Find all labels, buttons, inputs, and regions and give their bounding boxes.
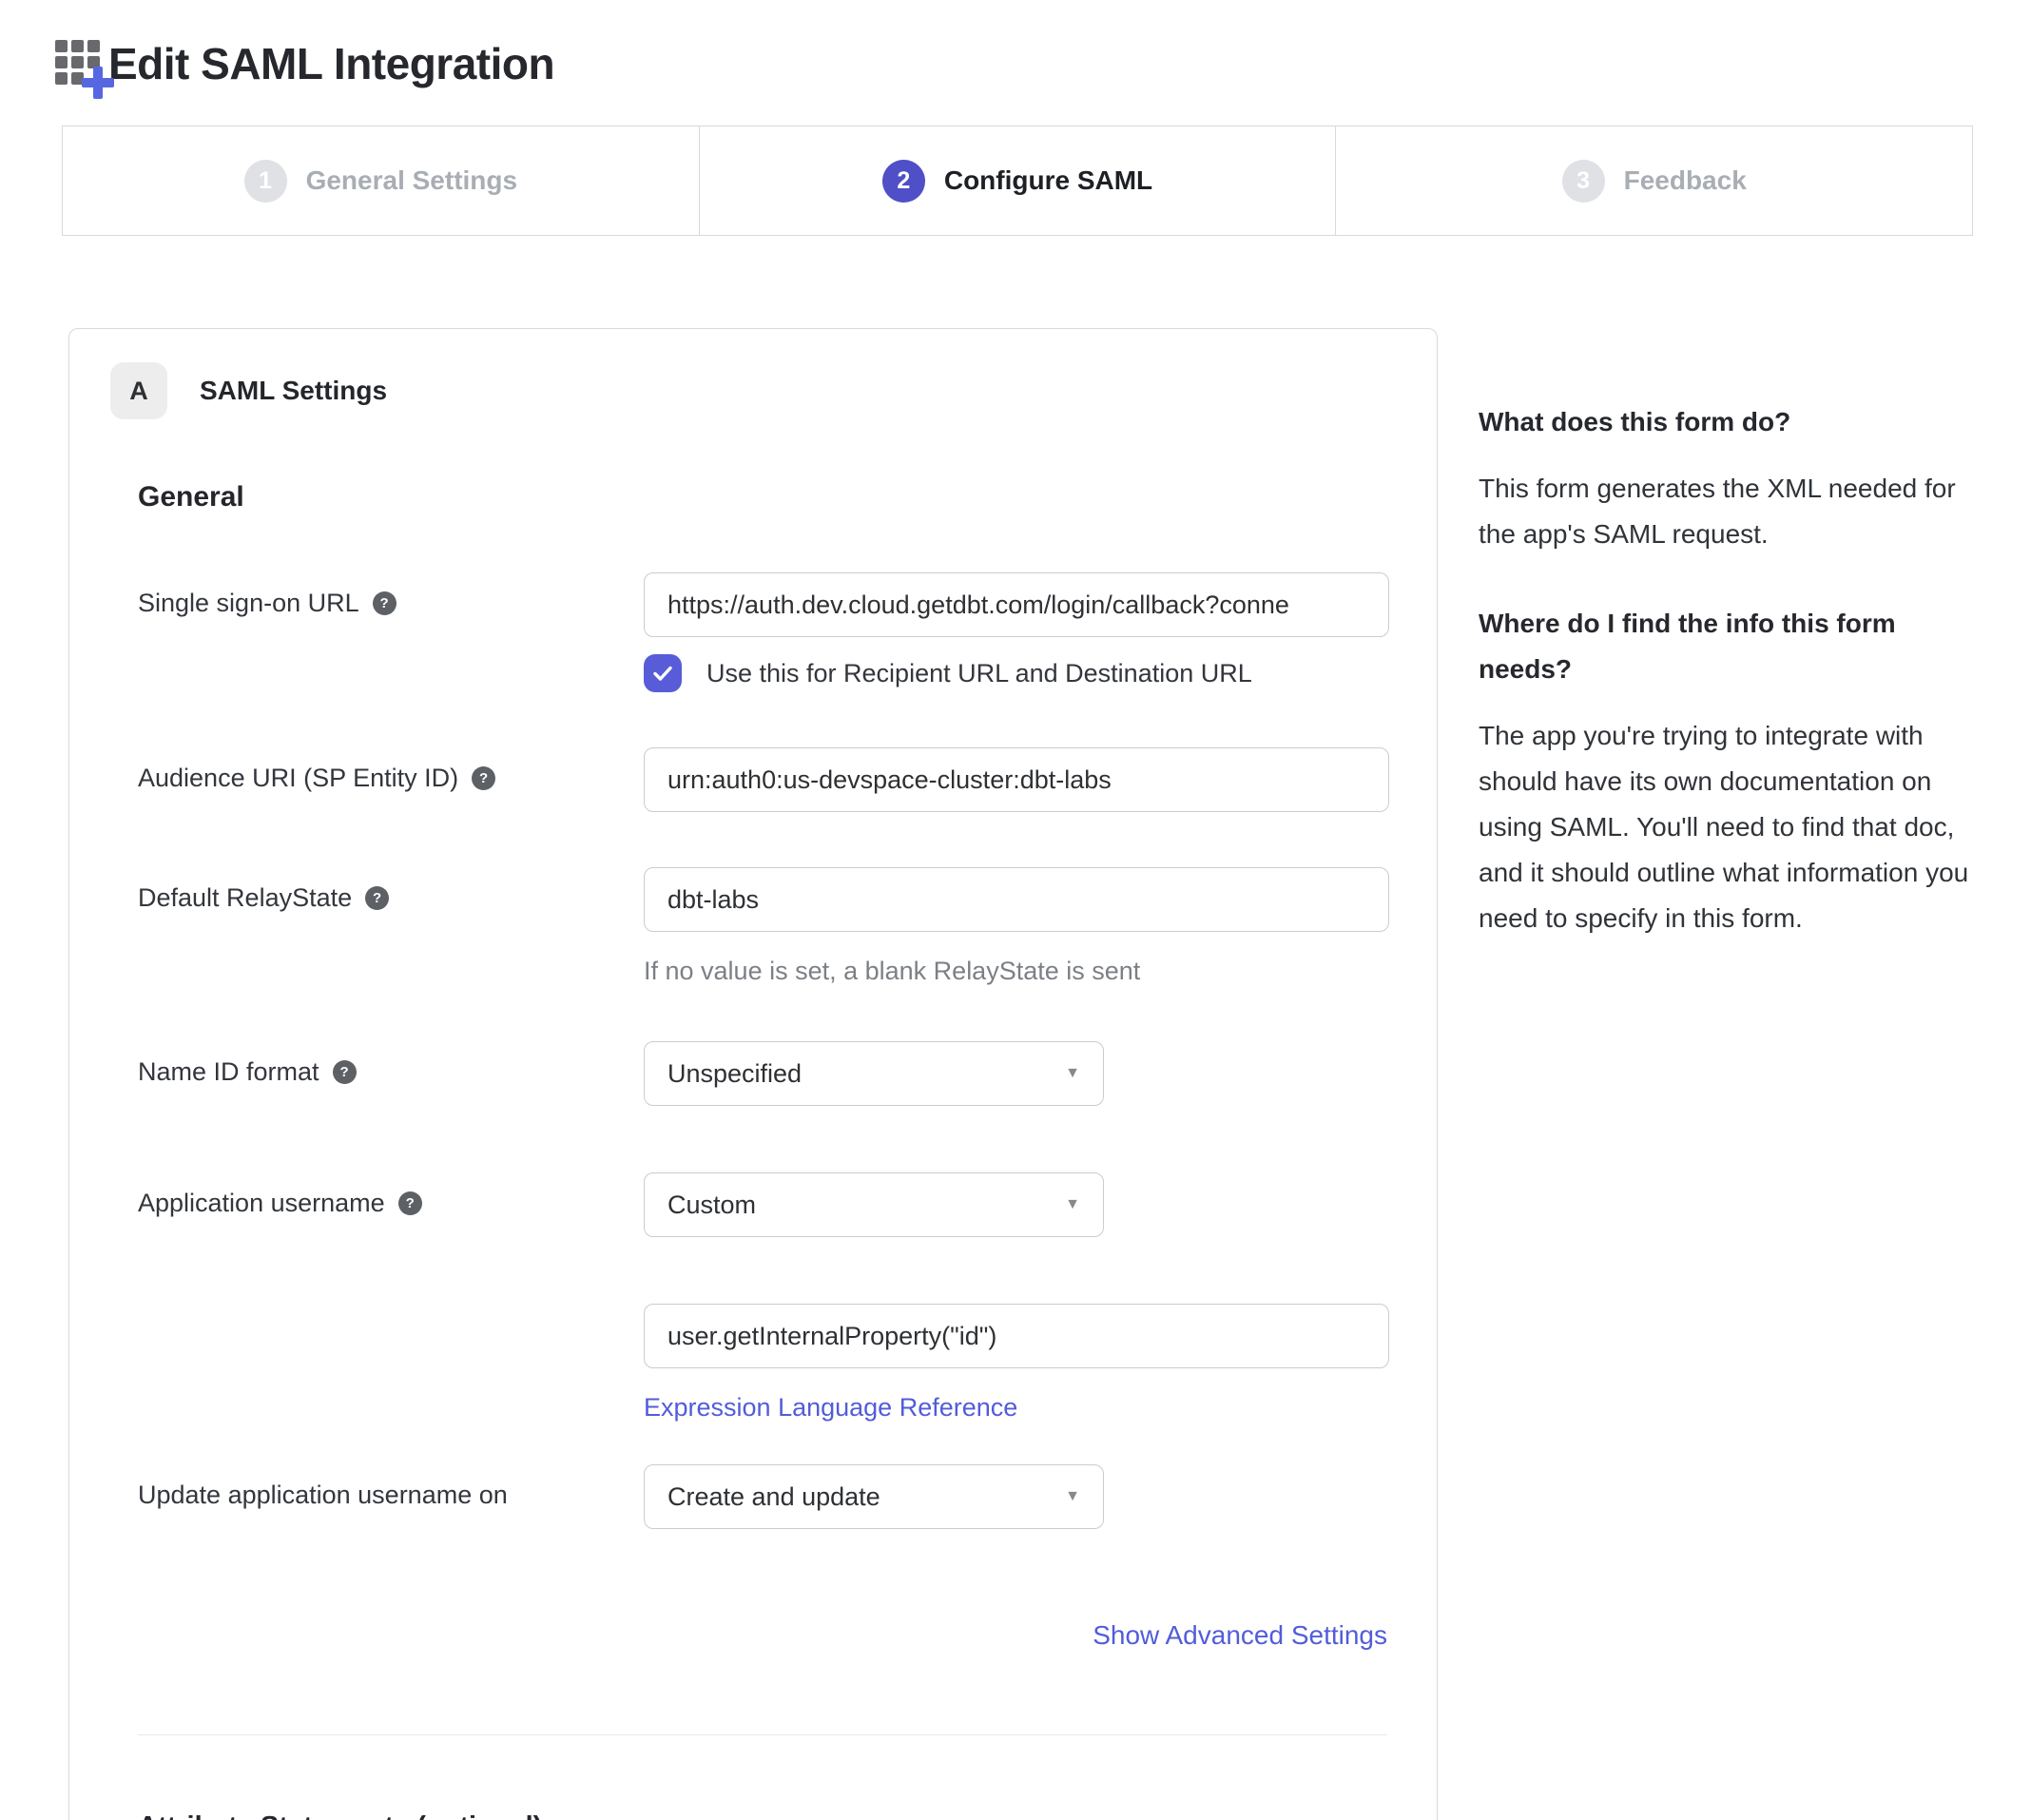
help-sidebar: What does this form do? This form genera… bbox=[1479, 328, 1978, 941]
relaystate-helper-text: If no value is set, a blank RelayState i… bbox=[644, 957, 1389, 986]
page-header: Edit SAML Integration bbox=[0, 0, 2031, 89]
step-label: Feedback bbox=[1624, 165, 1747, 196]
section-badge: A bbox=[110, 362, 167, 419]
default-relaystate-input[interactable] bbox=[644, 867, 1389, 932]
update-username-on-select[interactable]: Create and update ▼ bbox=[644, 1464, 1104, 1529]
chevron-down-icon: ▼ bbox=[1065, 1488, 1080, 1505]
recipient-url-checkbox[interactable] bbox=[644, 654, 682, 692]
field-label: Update application username on bbox=[138, 1479, 508, 1512]
advanced-settings-row: Show Advanced Settings bbox=[138, 1620, 1387, 1651]
field-update-username-on: Update application username on Create an… bbox=[138, 1464, 1387, 1529]
checkbox-label: Use this for Recipient URL and Destinati… bbox=[706, 659, 1252, 688]
checkmark-icon bbox=[651, 662, 674, 685]
field-label: Application username bbox=[138, 1187, 385, 1220]
custom-expression-input[interactable] bbox=[644, 1304, 1389, 1368]
field-name-id-format: Name ID format ? Unspecified ▼ bbox=[138, 1041, 1387, 1106]
grid-plus-icon bbox=[55, 40, 103, 87]
sidebar-question-1: What does this form do? bbox=[1479, 399, 1978, 445]
field-application-username: Application username ? Custom ▼ bbox=[138, 1172, 1387, 1237]
name-id-format-select[interactable]: Unspecified ▼ bbox=[644, 1041, 1104, 1106]
show-advanced-settings-link[interactable]: Show Advanced Settings bbox=[1093, 1620, 1387, 1650]
select-value: Create and update bbox=[667, 1482, 880, 1512]
step-label: Configure SAML bbox=[944, 165, 1152, 196]
question-mark-circle-icon[interactable]: ? bbox=[373, 591, 397, 615]
saml-form: Single sign-on URL ? Use this for Recipi… bbox=[138, 572, 1387, 1651]
page-title: Edit SAML Integration bbox=[108, 38, 554, 89]
chevron-down-icon: ▼ bbox=[1065, 1065, 1080, 1082]
main-content: A SAML Settings General Single sign-on U… bbox=[0, 328, 2031, 1820]
application-username-select[interactable]: Custom ▼ bbox=[644, 1172, 1104, 1237]
wizard-step-feedback[interactable]: 3 Feedback bbox=[1335, 126, 1972, 235]
question-mark-circle-icon[interactable]: ? bbox=[365, 886, 389, 910]
field-label: Name ID format bbox=[138, 1055, 319, 1089]
saml-settings-card: A SAML Settings General Single sign-on U… bbox=[68, 328, 1438, 1820]
field-label: Audience URI (SP Entity ID) bbox=[138, 762, 458, 795]
attribute-statements-header: Attribute Statements (optional) LEARN MO… bbox=[138, 1811, 1387, 1820]
wizard-steps: 1 General Settings 2 Configure SAML 3 Fe… bbox=[62, 126, 1973, 236]
step-number-badge: 3 bbox=[1562, 160, 1605, 203]
chevron-down-icon: ▼ bbox=[1065, 1196, 1080, 1213]
select-value: Unspecified bbox=[667, 1059, 802, 1089]
wizard-step-general-settings[interactable]: 1 General Settings bbox=[63, 126, 699, 235]
question-mark-circle-icon[interactable]: ? bbox=[398, 1191, 422, 1215]
card-title: SAML Settings bbox=[200, 376, 387, 406]
general-heading: General bbox=[138, 481, 1387, 513]
step-label: General Settings bbox=[306, 165, 518, 196]
field-default-relaystate: Default RelayState ? If no value is set,… bbox=[138, 867, 1387, 986]
section-divider bbox=[138, 1734, 1387, 1735]
field-label: Default RelayState bbox=[138, 881, 352, 915]
attribute-statements-title: Attribute Statements (optional) bbox=[138, 1811, 542, 1820]
sidebar-answer-1: This form generates the XML needed for t… bbox=[1479, 466, 1978, 557]
expression-language-reference-link[interactable]: Expression Language Reference bbox=[644, 1393, 1017, 1423]
field-custom-expression: Expression Language Reference bbox=[138, 1304, 1387, 1423]
audience-uri-input[interactable] bbox=[644, 747, 1389, 812]
question-mark-circle-icon[interactable]: ? bbox=[472, 766, 495, 790]
question-mark-circle-icon[interactable]: ? bbox=[333, 1060, 357, 1084]
select-value: Custom bbox=[667, 1191, 756, 1220]
sidebar-answer-2: The app you're trying to integrate with … bbox=[1479, 713, 1978, 941]
recipient-url-checkbox-row: Use this for Recipient URL and Destinati… bbox=[644, 654, 1389, 692]
single-sign-on-url-input[interactable] bbox=[644, 572, 1389, 637]
wizard-step-configure-saml[interactable]: 2 Configure SAML bbox=[699, 126, 1336, 235]
step-number-badge: 2 bbox=[882, 160, 925, 203]
field-audience-uri: Audience URI (SP Entity ID) ? bbox=[138, 747, 1387, 812]
sidebar-question-2: Where do I find the info this form needs… bbox=[1479, 601, 1978, 692]
card-header: A SAML Settings bbox=[110, 362, 1387, 419]
field-label: Single sign-on URL bbox=[138, 587, 359, 620]
field-single-sign-on-url: Single sign-on URL ? Use this for Recipi… bbox=[138, 572, 1387, 692]
step-number-badge: 1 bbox=[244, 160, 287, 203]
